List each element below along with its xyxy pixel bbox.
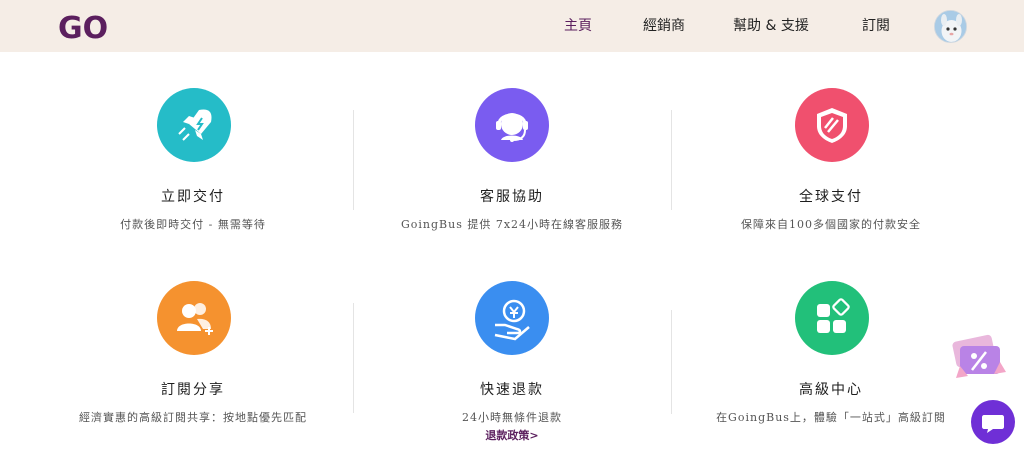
avatar-image — [935, 11, 966, 42]
feature-icon-circle — [475, 281, 549, 355]
feature-title: 客服協助 — [480, 189, 544, 205]
feature-title: 高級中心 — [799, 382, 863, 398]
feature-title: 全球支付 — [799, 189, 863, 205]
avatar[interactable] — [934, 10, 967, 43]
feature-description: 付款後即時交付 - 無需等待 — [120, 218, 266, 231]
nav-home[interactable]: 主頁 — [564, 0, 592, 52]
rocket-icon — [178, 109, 212, 141]
shield-icon — [817, 108, 847, 143]
refund-icon — [494, 299, 530, 341]
svg-text:GO: GO — [58, 12, 108, 42]
column-divider — [353, 110, 354, 210]
feature-title: 快速退款 — [480, 382, 544, 398]
coupon-widget[interactable] — [944, 332, 1006, 384]
chat-bubble-icon — [982, 415, 1004, 433]
nav-subscribe[interactable]: 訂閱 — [862, 0, 890, 52]
feature-description: GoingBus 提供 7x24小時在線客服服務 — [400, 218, 624, 231]
column-divider — [353, 303, 354, 413]
apps-icon — [817, 298, 850, 333]
nav-resellers[interactable]: 經銷商 — [643, 0, 685, 52]
top-nav-bar: GO 主頁 經銷商 幫助 & 支援 訂閱 — [0, 0, 1024, 52]
nav-help-support[interactable]: 幫助 & 支援 — [733, 0, 809, 52]
users-icon — [177, 303, 213, 335]
feature-icon-circle — [795, 88, 869, 162]
feature-description: 在GoingBus上，體驗「一站式」高級訂閱 — [716, 411, 946, 424]
column-divider — [671, 310, 672, 414]
column-divider — [671, 110, 672, 210]
feature-description: 24小時無條件退款 — [462, 411, 562, 424]
feature-title: 訂閱分享 — [161, 382, 225, 398]
refund-policy-link[interactable]: 退款政策> — [412, 427, 612, 443]
go-logo[interactable]: GO — [58, 12, 118, 42]
chat-button[interactable] — [971, 400, 1015, 444]
feature-description: 保障來自100多個國家的付款安全 — [741, 218, 921, 231]
feature-title: 立即交付 — [161, 189, 225, 205]
feature-icon-circle — [157, 281, 231, 355]
headset-icon — [496, 113, 528, 142]
feature-description: 經濟實惠的高級訂閱共享：按地點優先匹配 — [79, 411, 307, 424]
coupon-icon — [952, 334, 1006, 378]
feature-icon-circle — [795, 281, 869, 355]
feature-icon-circle — [475, 88, 549, 162]
feature-icon-circle — [157, 88, 231, 162]
